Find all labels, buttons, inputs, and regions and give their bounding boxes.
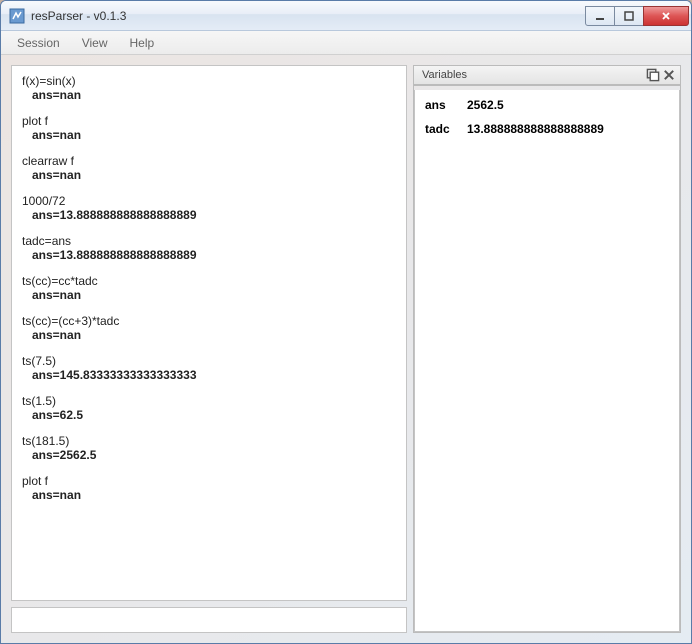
console-output-line: ans=2562.5: [22, 448, 396, 462]
variable-value: 2562.5: [467, 98, 504, 112]
left-column: f(x)=sin(x)ans=nanplot fans=nanclearraw …: [11, 65, 407, 633]
console-entry: ts(7.5)ans=145.83333333333333333: [22, 354, 396, 382]
console-input-line: ts(7.5): [22, 354, 396, 368]
window-buttons: [586, 6, 689, 26]
console-entry: tadc=ansans=13.888888888888888889: [22, 234, 396, 262]
console-output-line: ans=nan: [22, 168, 396, 182]
console-input-line: ts(1.5): [22, 394, 396, 408]
menu-view[interactable]: View: [72, 33, 118, 53]
menu-session[interactable]: Session: [7, 33, 70, 53]
variables-panel-outer: ans2562.5tadc13.888888888888888889: [413, 85, 681, 633]
console-input-line: f(x)=sin(x): [22, 74, 396, 88]
console-entry: f(x)=sin(x)ans=nan: [22, 74, 396, 102]
variable-row[interactable]: ans2562.5: [425, 98, 669, 112]
console-input-line: ts(181.5): [22, 434, 396, 448]
console-input-line: 1000/72: [22, 194, 396, 208]
close-button[interactable]: [643, 6, 689, 26]
console-output-line: ans=nan: [22, 488, 396, 502]
window-title: resParser - v0.1.3: [31, 9, 586, 23]
variable-value: 13.888888888888888889: [467, 122, 604, 136]
console-input-line: ts(cc)=cc*tadc: [22, 274, 396, 288]
console-entry: ts(1.5)ans=62.5: [22, 394, 396, 422]
console-entry: clearraw fans=nan: [22, 154, 396, 182]
console-output[interactable]: f(x)=sin(x)ans=nanplot fans=nanclearraw …: [11, 65, 407, 601]
client-area: f(x)=sin(x)ans=nanplot fans=nanclearraw …: [1, 55, 691, 643]
variable-name: tadc: [425, 122, 467, 136]
app-icon: [9, 8, 25, 24]
console-input-line: plot f: [22, 474, 396, 488]
console-input-line: plot f: [22, 114, 396, 128]
minimize-button[interactable]: [585, 6, 615, 26]
console-entry: ts(cc)=(cc+3)*tadcans=nan: [22, 314, 396, 342]
maximize-button[interactable]: [614, 6, 644, 26]
console-input-line: tadc=ans: [22, 234, 396, 248]
console-entry: 1000/72ans=13.888888888888888889: [22, 194, 396, 222]
undock-icon[interactable]: [646, 68, 660, 82]
command-input[interactable]: [11, 607, 407, 633]
console-output-line: ans=nan: [22, 88, 396, 102]
variable-row[interactable]: tadc13.888888888888888889: [425, 122, 669, 136]
console-output-line: ans=62.5: [22, 408, 396, 422]
variables-panel: ans2562.5tadc13.888888888888888889: [414, 90, 680, 632]
menu-help[interactable]: Help: [120, 33, 165, 53]
console-entry: plot fans=nan: [22, 474, 396, 502]
console-output-line: ans=nan: [22, 128, 396, 142]
console-input-line: ts(cc)=(cc+3)*tadc: [22, 314, 396, 328]
console-output-line: ans=145.83333333333333333: [22, 368, 396, 382]
variable-name: ans: [425, 98, 467, 112]
console-output-line: ans=nan: [22, 288, 396, 302]
console-output-line: ans=13.888888888888888889: [22, 208, 396, 222]
console-output-line: ans=nan: [22, 328, 396, 342]
console-input-line: clearraw f: [22, 154, 396, 168]
variables-panel-title: Variables: [422, 69, 467, 81]
console-entry: ts(cc)=cc*tadcans=nan: [22, 274, 396, 302]
variables-panel-header[interactable]: Variables: [413, 65, 681, 85]
console-entry: ts(181.5)ans=2562.5: [22, 434, 396, 462]
close-panel-icon[interactable]: [662, 68, 676, 82]
menubar: Session View Help: [1, 31, 691, 55]
console-output-line: ans=13.888888888888888889: [22, 248, 396, 262]
app-window: resParser - v0.1.3 Session View Help f(x…: [0, 0, 692, 644]
titlebar[interactable]: resParser - v0.1.3: [1, 1, 691, 31]
console-entry: plot fans=nan: [22, 114, 396, 142]
right-column: Variables ans2562.5tadc13.88888888888888…: [413, 65, 681, 633]
